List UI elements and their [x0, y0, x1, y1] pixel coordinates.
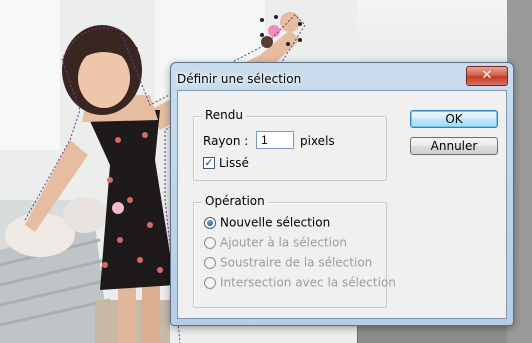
close-button[interactable]: ✕	[466, 66, 508, 86]
radio-button	[204, 276, 216, 289]
dialog-client-area: Rendu Rayon : pixels ✓ Lissé Opération N…	[177, 90, 507, 319]
radio-add-to-selection: Ajouter à la sélection	[204, 235, 347, 251]
radio-label: Nouvelle sélection	[220, 215, 331, 230]
operation-group: Opération Nouvelle sélection Ajouter à l…	[193, 194, 396, 308]
operation-group-label: Opération	[202, 194, 268, 208]
ok-button[interactable]: OK	[410, 110, 498, 128]
radio-label: Intersection avec la sélection	[220, 275, 396, 290]
radio-button	[204, 256, 216, 269]
rendu-group: Rendu Rayon : pixels ✓ Lissé	[193, 108, 387, 181]
radio-label: Ajouter à la sélection	[220, 235, 347, 250]
dialog-title: Définir une sélection	[177, 72, 302, 86]
radio-intersect-with-selection: Intersection avec la sélection	[204, 275, 396, 291]
radius-label: Rayon :	[203, 134, 249, 148]
cancel-button[interactable]: Annuler	[410, 137, 498, 155]
smooth-label: Lissé	[219, 156, 249, 170]
radius-input[interactable]	[256, 131, 294, 149]
radio-subtract-from-selection: Soustraire de la sélection	[204, 255, 372, 271]
checkmark-icon: ✓	[204, 156, 214, 169]
rendu-group-label: Rendu	[202, 108, 247, 122]
radio-button[interactable]	[204, 216, 216, 229]
radio-new-selection[interactable]: Nouvelle sélection	[204, 215, 330, 231]
radius-unit-label: pixels	[300, 134, 335, 148]
radio-button	[204, 236, 216, 249]
define-selection-dialog: Définir une sélection ✕ Rendu Rayon : pi…	[170, 62, 514, 326]
radio-label: Soustraire de la sélection	[220, 255, 373, 270]
close-icon: ✕	[481, 68, 493, 83]
smooth-checkbox[interactable]: ✓	[203, 157, 215, 169]
